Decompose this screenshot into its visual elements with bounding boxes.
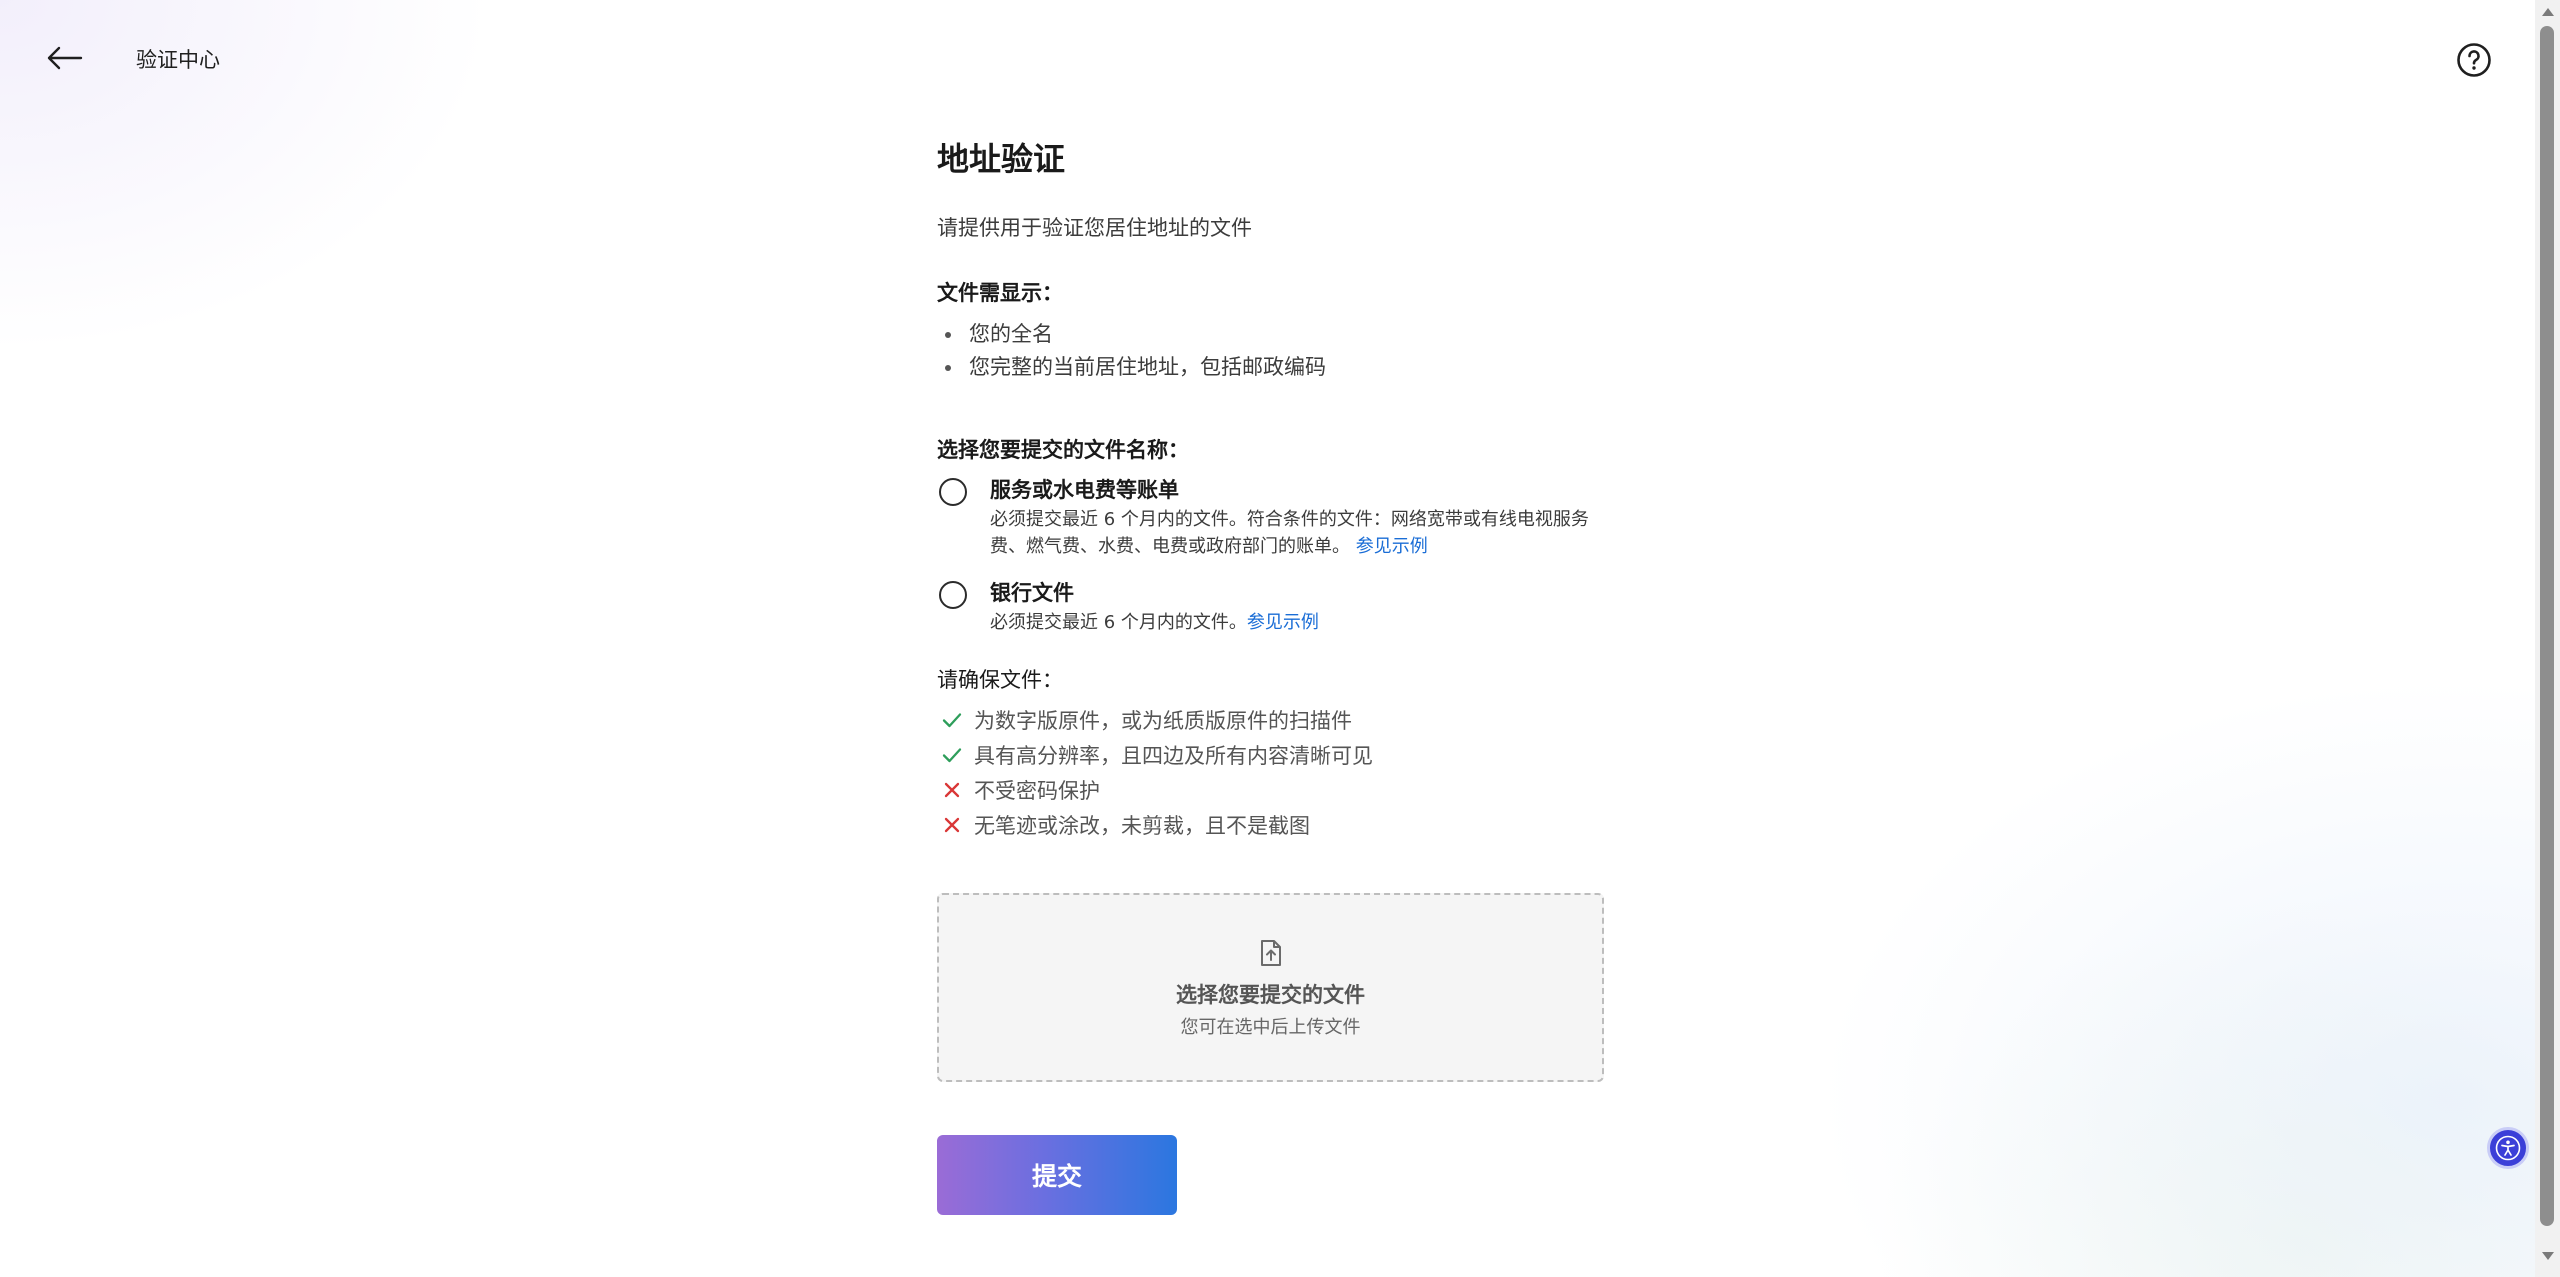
requirement-text: 您完整的当前居住地址，包括邮政编码 [969, 355, 1326, 379]
page-title: 地址验证 [937, 140, 1066, 178]
requirement-text: 您的全名 [969, 322, 1053, 346]
requirements-heading: 文件需显示： [937, 281, 1063, 305]
requirements-list: 您的全名 您完整的当前居住地址，包括邮政编码 [945, 318, 1326, 384]
check-text: 不受密码保护 [974, 778, 1100, 803]
option-description-text: 必须提交最近 6 个月内的文件。符合条件的文件：网络宽带或有线电视服务费、燃气费… [990, 509, 1589, 557]
bullet-icon [945, 364, 951, 371]
arrow-left-icon [47, 46, 83, 70]
accessibility-icon [2495, 1135, 2521, 1161]
option-description-text: 必须提交最近 6 个月内的文件。 [990, 612, 1247, 633]
file-upload-dropzone[interactable]: 选择您要提交的文件 您可在选中后上传文件 [937, 893, 1604, 1082]
check-text: 无笔迹或涂改，未剪裁，且不是截图 [974, 813, 1310, 838]
see-example-link[interactable]: 参见示例 [1247, 612, 1319, 633]
bullet-icon [945, 331, 951, 338]
check-item: 无笔迹或涂改，未剪裁，且不是截图 [941, 807, 1373, 842]
back-button[interactable] [42, 38, 88, 78]
option-description: 必须提交最近 6 个月内的文件。参见示例 [990, 609, 1595, 636]
header-title: 验证中心 [136, 48, 220, 72]
option-title: 银行文件 [990, 581, 1074, 605]
option-bank-document[interactable]: 银行文件 必须提交最近 6 个月内的文件。参见示例 [937, 577, 1607, 633]
list-item: 您的全名 [945, 318, 1326, 351]
submit-button[interactable]: 提交 [937, 1135, 1177, 1215]
scroll-down-arrow-icon[interactable] [2542, 1252, 2554, 1260]
cross-icon [944, 782, 960, 797]
option-description: 必须提交最近 6 个月内的文件。符合条件的文件：网络宽带或有线电视服务费、燃气费… [990, 506, 1595, 560]
file-upload-icon [1261, 940, 1281, 966]
option-title: 服务或水电费等账单 [990, 478, 1179, 502]
checkmark-icon [942, 747, 962, 762]
upload-title: 选择您要提交的文件 [1176, 983, 1365, 1007]
list-item: 您完整的当前居住地址，包括邮政编码 [945, 351, 1326, 384]
radio-button[interactable] [939, 581, 967, 609]
question-circle-icon [2457, 43, 2491, 77]
intro-text: 请提供用于验证您居住地址的文件 [937, 216, 1252, 240]
scroll-up-arrow-icon[interactable] [2542, 8, 2554, 16]
upload-subtitle: 您可在选中后上传文件 [1180, 1017, 1361, 1038]
cross-icon [944, 817, 960, 832]
checkmark-icon [942, 712, 962, 727]
accessibility-button[interactable] [2487, 1127, 2529, 1169]
vertical-scrollbar[interactable] [2535, 0, 2560, 1277]
check-item: 为数字版原件，或为纸质版原件的扫描件 [941, 702, 1373, 737]
radio-button[interactable] [939, 478, 967, 506]
see-example-link[interactable]: 参见示例 [1356, 536, 1428, 557]
choose-document-heading: 选择您要提交的文件名称： [937, 438, 1189, 462]
check-text: 为数字版原件，或为纸质版原件的扫描件 [974, 708, 1352, 733]
option-utility-bill[interactable]: 服务或水电费等账单 必须提交最近 6 个月内的文件。符合条件的文件：网络宽带或有… [937, 474, 1607, 557]
document-checklist: 为数字版原件，或为纸质版原件的扫描件 具有高分辨率，且四边及所有内容清晰可见 不… [941, 702, 1373, 842]
ensure-heading: 请确保文件： [937, 668, 1063, 692]
check-item: 具有高分辨率，且四边及所有内容清晰可见 [941, 737, 1373, 772]
scrollbar-thumb[interactable] [2540, 26, 2554, 1226]
check-item: 不受密码保护 [941, 772, 1373, 807]
check-text: 具有高分辨率，且四边及所有内容清晰可见 [974, 743, 1373, 768]
help-button[interactable] [2456, 42, 2492, 78]
